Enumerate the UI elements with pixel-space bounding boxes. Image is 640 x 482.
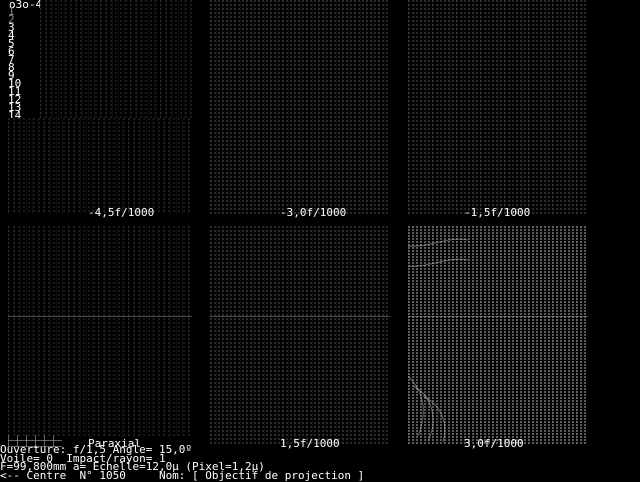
spot-panel-top-right xyxy=(408,0,588,214)
spot-panel-top-left xyxy=(8,118,192,214)
spot-panel-bottom-right xyxy=(408,226,588,444)
spot-panel-bottom-middle xyxy=(210,226,390,444)
status-area: Ouverture: f/1,5 Angle= 15,0º Voile= 0 I… xyxy=(0,444,640,480)
spot-panel-top-left-upper xyxy=(40,0,192,118)
panel-label-top-right: -1,5f/1000 xyxy=(464,206,531,219)
index-list: 1 2 3 4 5 6 7 8 9 10 11 12 13 14 15 xyxy=(8,6,21,129)
spot-panel-bottom-left xyxy=(8,226,192,436)
panel-label-top-middle: -3,0f/1000 xyxy=(280,206,347,219)
panel-label-top-left: -4,5f/1000 xyxy=(88,206,155,219)
spot-panel-top-middle xyxy=(210,0,390,214)
status-navigation-name[interactable]: <-- Centre N° 1050 Nom: [ Objectif de pr… xyxy=(0,470,640,480)
aberration-curves xyxy=(408,238,469,443)
spot-diagram-screen: o3o-4k4j 1 2 3 4 5 6 7 8 9 10 11 12 13 1… xyxy=(0,0,640,480)
